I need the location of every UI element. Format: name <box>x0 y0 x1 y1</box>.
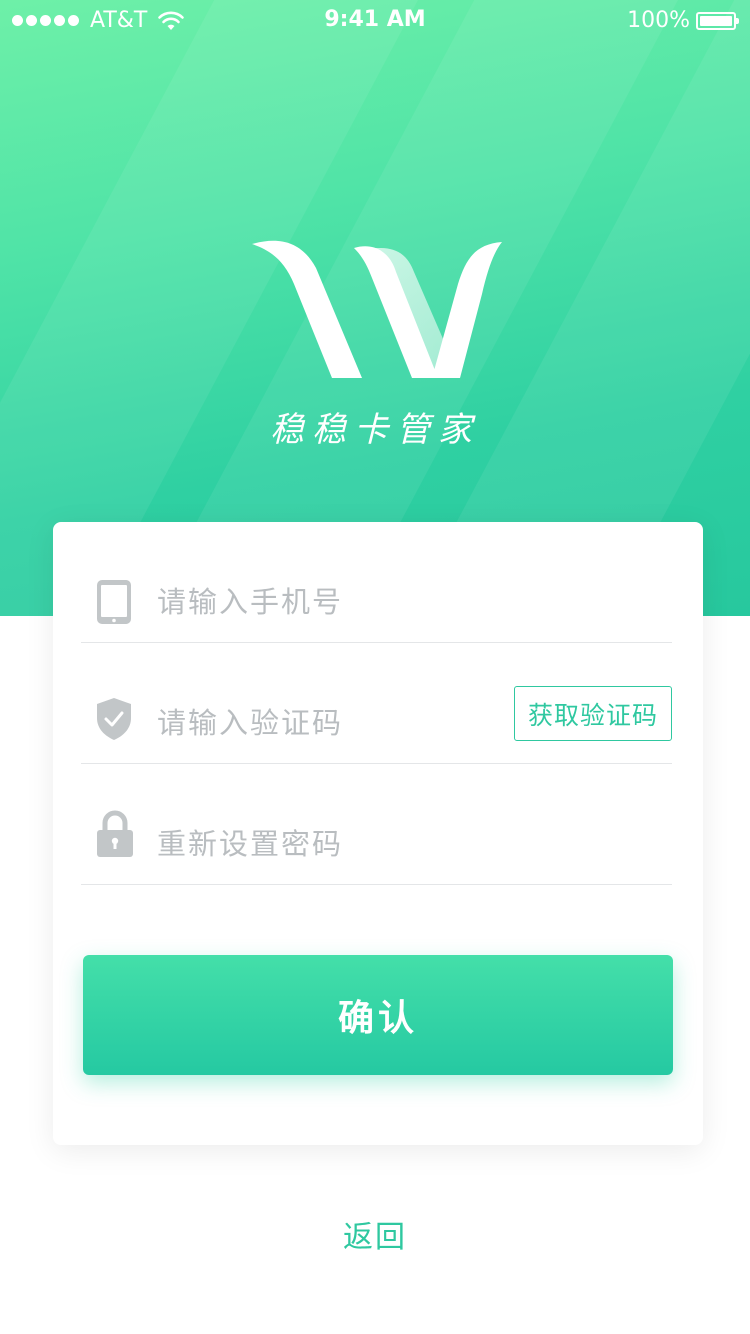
new-password-field <box>81 803 672 885</box>
battery-percent: 100% <box>627 8 690 33</box>
back-link[interactable]: 返回 <box>0 1212 750 1256</box>
lock-icon <box>97 810 133 857</box>
get-code-button[interactable]: 获取验证码 <box>514 686 672 741</box>
reset-password-card: 获取验证码 确认 <box>53 522 703 1145</box>
w-logo-icon <box>252 240 502 378</box>
shield-check-icon <box>97 698 131 740</box>
mobile-phone-icon <box>97 580 131 624</box>
status-bar: AT&T 9:41 AM 100% <box>0 0 750 40</box>
phone-input[interactable] <box>157 562 487 642</box>
app-name: 稳稳卡管家 <box>270 410 480 450</box>
phone-field <box>81 562 672 643</box>
confirm-button[interactable]: 确认 <box>83 955 673 1075</box>
new-password-input[interactable] <box>157 803 487 884</box>
status-right: 100% <box>627 8 739 33</box>
verification-code-field: 获取验证码 <box>81 682 672 764</box>
battery-icon <box>696 11 739 30</box>
verification-code-input[interactable] <box>157 682 487 763</box>
